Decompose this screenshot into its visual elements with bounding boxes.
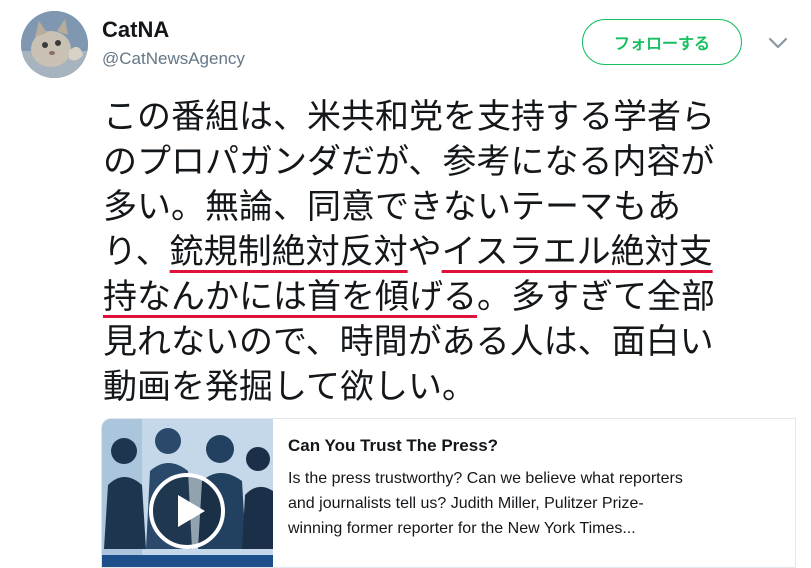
card-thumbnail <box>102 419 273 567</box>
tweet-line: 動画を発掘して欲しい。 <box>103 367 476 407</box>
underlined-phrase: イスラエル絶対支 <box>441 232 713 272</box>
tweet-line: 見れないので、時間がある人は、面白い <box>103 322 714 362</box>
avatar[interactable] <box>21 11 88 78</box>
card-description: Is the press trustworthy? Can we believe… <box>288 466 783 541</box>
tweet-text: この番組は、米共和党を支持する学者ら のプロパガンダだが、参考になる内容が 多い… <box>103 95 793 410</box>
card-title: Can You Trust The Press? <box>288 436 499 455</box>
card-description-line: winning former reporter for the New York… <box>288 520 636 537</box>
tweet-line: り、銃規制絶対反対やイスラエル絶対支 <box>103 230 793 275</box>
tweet-line: この番組は、米共和党を支持する学者ら <box>103 97 715 137</box>
tweet-text-segment: り、 <box>103 232 170 272</box>
tweet-line: 多い。無論、同意できないテーマもあ <box>103 187 681 227</box>
chevron-down-icon[interactable] <box>766 34 790 52</box>
author-handle[interactable]: @CatNewsAgency <box>102 48 245 70</box>
underlined-phrase: 持なんかには首を傾げる <box>103 277 477 317</box>
play-icon[interactable] <box>147 471 227 551</box>
underlined-phrase: 銃規制絶対反対 <box>169 232 408 272</box>
card-description-line: Is the press trustworthy? Can we believe… <box>288 470 683 487</box>
link-card[interactable]: Can You Trust The Press? Is the press tr… <box>101 418 796 568</box>
author-display-name[interactable]: CatNA <box>102 16 169 44</box>
tweet-line: 持なんかには首を傾げる。多すぎて全部 <box>103 275 793 320</box>
cat-avatar-image <box>21 11 88 78</box>
card-description-line: and journalists tell us? Judith Miller, … <box>288 495 644 512</box>
tweet-text-segment: 。多すぎて全部 <box>477 277 715 317</box>
card-body: Can You Trust The Press? Is the press tr… <box>288 435 783 541</box>
tweet-text-segment: や <box>407 232 442 272</box>
follow-button[interactable]: フォローする <box>582 19 742 65</box>
tweet-line: のプロパガンダだが、参考になる内容が <box>103 142 715 182</box>
